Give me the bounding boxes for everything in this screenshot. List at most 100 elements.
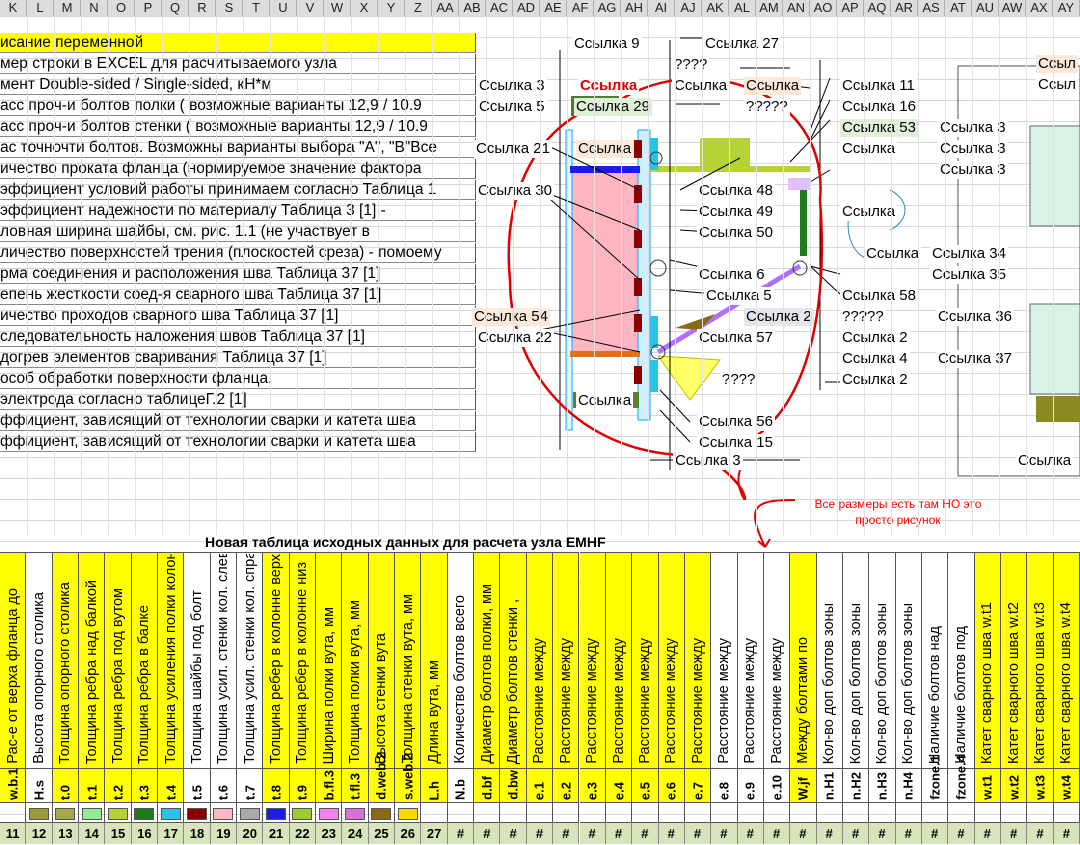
table-header-cell[interactable]: Расстояние между (711, 552, 738, 768)
column-header-l[interactable]: L (27, 0, 54, 16)
column-header-aa[interactable]: AA (432, 0, 459, 16)
variable-code-cell[interactable]: t.fl.3 (342, 768, 369, 802)
color-swatch-cell[interactable] (0, 802, 27, 822)
variable-code-cell[interactable]: b.fl.3 (316, 768, 343, 802)
table-header-cell[interactable]: Расстояние между (605, 552, 633, 768)
variable-code-cell[interactable]: t.9 (289, 768, 317, 802)
variable-code-cell[interactable]: w.t2 (1000, 768, 1028, 802)
table-header-cell[interactable]: Катет сварного шва w.t2 (1000, 552, 1028, 768)
color-swatch-cell[interactable] (948, 802, 975, 822)
column-number-cell[interactable]: 20 (237, 822, 264, 844)
column-number-cell[interactable]: 15 (105, 822, 132, 844)
table-header-cell[interactable]: Высота опорного столика (26, 552, 53, 768)
column-number-cell[interactable]: 18 (184, 822, 211, 844)
variable-code-cell[interactable]: t.4 (158, 768, 185, 802)
table-header-cell[interactable]: Рас-е от верха фланца до (0, 552, 27, 768)
column-number-cell[interactable]: # (842, 822, 870, 844)
column-header-af[interactable]: AF (567, 0, 594, 16)
column-header-ac[interactable]: AC (486, 0, 513, 16)
table-header-cell[interactable]: Расстояние между (526, 552, 554, 768)
variable-code-cell[interactable]: t.1 (79, 768, 106, 802)
table-header-cell[interactable]: Катет сварного шва w.t1 (974, 552, 1001, 768)
column-number-cell[interactable]: # (447, 822, 475, 844)
table-header-cell[interactable]: Катет сварного шва w.t4 (1053, 552, 1080, 768)
color-swatch-cell[interactable] (816, 802, 843, 822)
color-swatch-cell[interactable] (342, 802, 369, 822)
column-header-ag[interactable]: AG (594, 0, 621, 16)
color-swatch-cell[interactable] (368, 802, 396, 822)
column-number-cell[interactable]: 21 (263, 822, 290, 844)
color-swatch-cell[interactable] (1000, 802, 1028, 822)
table-header-cell[interactable]: Толщина полки вута, мм (342, 552, 369, 768)
column-header-x[interactable]: X (351, 0, 378, 16)
column-number-cell[interactable]: # (658, 822, 685, 844)
column-header-y[interactable]: Y (378, 0, 405, 16)
variable-code-cell[interactable]: e.8 (711, 768, 738, 802)
table-header-cell[interactable]: Кол-во доп болтов зоны (842, 552, 870, 768)
color-swatch-cell[interactable] (421, 802, 448, 822)
column-number-cell[interactable]: # (605, 822, 633, 844)
column-header-r[interactable]: R (189, 0, 216, 16)
table-header-cell[interactable]: Толщина стенки вута, мм (395, 552, 422, 768)
column-header-t[interactable]: T (243, 0, 270, 16)
table-header-cell[interactable]: Толщина ребра над балкой (79, 552, 106, 768)
column-header-ah[interactable]: AH (621, 0, 648, 16)
column-header-o[interactable]: O (108, 0, 135, 16)
column-number-cell[interactable]: # (1053, 822, 1080, 844)
column-number-cell[interactable]: # (526, 822, 554, 844)
color-swatch-cell[interactable] (316, 802, 343, 822)
table-header-cell[interactable]: Расстояние между (553, 552, 580, 768)
column-number-cell[interactable]: # (895, 822, 922, 844)
color-swatch-cell[interactable] (579, 802, 606, 822)
variable-code-cell[interactable]: w.t4 (1053, 768, 1080, 802)
color-swatch-cell[interactable] (1053, 802, 1080, 822)
column-header-at[interactable]: AT (945, 0, 972, 16)
variable-code-cell[interactable]: e.7 (684, 768, 712, 802)
color-swatch-cell[interactable] (263, 802, 290, 822)
table-header-cell[interactable]: Кол-во доп болтов зоны (895, 552, 922, 768)
column-number-cell[interactable]: # (684, 822, 712, 844)
color-swatch-cell[interactable] (711, 802, 738, 822)
color-swatch-cell[interactable] (79, 802, 106, 822)
table-header-cell[interactable]: Наличие болтов под (948, 552, 975, 768)
variable-code-cell[interactable]: t.0 (52, 768, 79, 802)
column-number-cell[interactable]: # (974, 822, 1001, 844)
color-swatch-cell[interactable] (869, 802, 896, 822)
color-swatch-cell[interactable] (237, 802, 264, 822)
table-header-cell[interactable]: Кол-во доп болтов зоны (816, 552, 843, 768)
column-header-as[interactable]: AS (918, 0, 945, 16)
column-header-k[interactable]: K (0, 0, 27, 16)
color-swatch-cell[interactable] (105, 802, 132, 822)
table-header-cell[interactable]: Толщина шайбы под болт (184, 552, 211, 768)
column-number-cell[interactable]: # (948, 822, 975, 844)
column-header-m[interactable]: M (54, 0, 81, 16)
table-header-cell[interactable]: Толщина ребра в балке (131, 552, 159, 768)
variable-code-cell[interactable]: e.4 (605, 768, 633, 802)
color-swatch-cell[interactable] (763, 802, 791, 822)
variable-code-cell[interactable]: e.3 (579, 768, 606, 802)
color-swatch-cell[interactable] (974, 802, 1001, 822)
variable-code-cell[interactable]: e.9 (737, 768, 764, 802)
color-swatch-cell[interactable] (737, 802, 764, 822)
column-header-ae[interactable]: AE (540, 0, 567, 16)
column-number-cell[interactable]: 22 (289, 822, 317, 844)
color-swatch-cell[interactable] (921, 802, 949, 822)
column-header-ay[interactable]: AY (1053, 0, 1080, 16)
variable-code-cell[interactable]: n.H3 (869, 768, 896, 802)
column-header-aj[interactable]: AJ (675, 0, 702, 16)
variable-code-cell[interactable]: e.5 (632, 768, 659, 802)
table-header-cell[interactable]: Ширина полки вута, мм (316, 552, 343, 768)
column-number-cell[interactable]: 23 (316, 822, 343, 844)
table-header-cell[interactable]: Длина вута, мм (421, 552, 448, 768)
variable-code-cell[interactable]: w.b.1 (0, 768, 27, 802)
column-number-cell[interactable]: # (711, 822, 738, 844)
variable-code-cell[interactable]: d.bw (500, 768, 527, 802)
column-number-cell[interactable]: # (816, 822, 843, 844)
color-swatch-cell[interactable] (684, 802, 712, 822)
color-swatch-cell[interactable] (395, 802, 422, 822)
column-number-cell[interactable]: # (553, 822, 580, 844)
column-header-ao[interactable]: AO (810, 0, 837, 16)
column-header-al[interactable]: AL (729, 0, 756, 16)
column-header-am[interactable]: AM (756, 0, 783, 16)
column-number-cell[interactable]: 11 (0, 822, 27, 844)
